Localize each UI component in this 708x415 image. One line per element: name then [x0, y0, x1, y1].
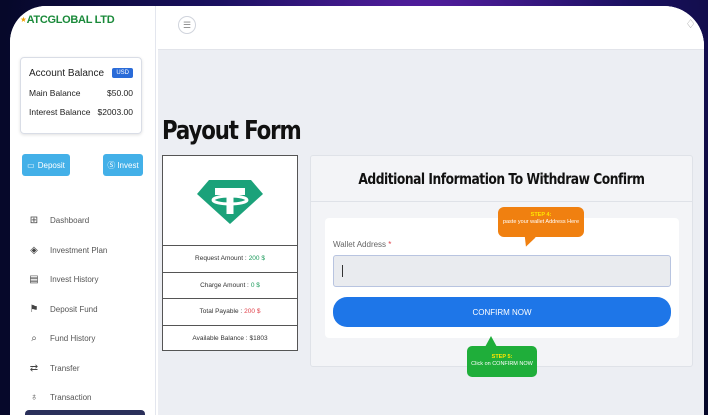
sidebar-item-deposit-fund[interactable]: ⚑ Deposit Fund	[28, 295, 148, 325]
available-balance-row: Available Balance : $1803	[163, 326, 297, 353]
total-payable-label: Total Payable :	[199, 308, 243, 316]
wallet-icon: ▭	[27, 160, 35, 170]
step4-callout: STEP 4: paste your wallet Address Here	[498, 207, 584, 237]
interest-balance-row: Interest Balance $2003.00	[29, 107, 133, 117]
confirm-now-button[interactable]: CONFIRM NOW	[333, 297, 671, 327]
charge-amount-value: 0 $	[250, 281, 260, 289]
logo-icon: ⋆	[20, 14, 27, 26]
request-amount-row: Request Amount : 200 $	[163, 246, 297, 273]
main-balance-label: Main Balance	[29, 88, 81, 98]
layers-icon: ◈	[30, 244, 38, 256]
wallet-address-input[interactable]	[333, 255, 671, 287]
wallet-address-label-text: Wallet Address	[333, 240, 387, 249]
transaction-icon: ♁	[30, 392, 38, 404]
account-balance-card: Account Balance USD Main Balance $50.00 …	[20, 57, 142, 134]
tether-icon	[197, 179, 263, 224]
dollar-icon: Ⓢ	[107, 160, 116, 170]
sidebar-item-investment-plan[interactable]: ◈ Investment Plan	[28, 236, 148, 266]
sidebar-item-active[interactable]	[25, 410, 145, 415]
total-payable-value: 200 $	[244, 308, 261, 316]
sidebar-item-invest-history[interactable]: ▤ Invest History	[28, 265, 148, 295]
available-balance-label: Available Balance :	[192, 335, 248, 343]
main-content: ☰ ♢ Payout Form Request Amount : 200 $ C…	[158, 6, 704, 415]
total-payable-row: Total Payable : 200 $	[163, 299, 297, 326]
payout-summary-card: Request Amount : 200 $ Charge Amount : 0…	[162, 155, 298, 351]
dashboard-icon: ⊞	[29, 215, 39, 227]
currency-badge: USD	[112, 68, 133, 78]
deposit-icon: ⚑	[29, 303, 39, 315]
sidebar-item-label: Transaction	[50, 393, 92, 403]
sidebar-item-label: Fund History	[50, 334, 96, 344]
available-balance-value: $1803	[249, 335, 268, 343]
menu-toggle-button[interactable]: ☰	[178, 16, 196, 34]
logo[interactable]: ⋆ATCGLOBAL LTD	[20, 13, 115, 26]
main-balance-value: $50.00	[107, 88, 133, 98]
interest-balance-value: $2003.00	[97, 107, 133, 117]
sidebar-item-label: Investment Plan	[50, 245, 108, 255]
sidebar-item-label: Deposit Fund	[50, 304, 98, 314]
charge-amount-label: Charge Amount :	[200, 281, 249, 289]
sidebar-item-fund-history[interactable]: ⌕ Fund History	[28, 324, 148, 354]
required-marker: *	[388, 240, 392, 249]
charge-amount-row: Charge Amount : 0 $	[163, 273, 297, 299]
sidebar: ⋆ATCGLOBAL LTD Account Balance USD Main …	[10, 6, 156, 415]
tether-logo-area	[163, 156, 297, 246]
interest-balance-label: Interest Balance	[29, 107, 91, 117]
invest-button[interactable]: Ⓢ Invest	[103, 154, 143, 176]
withdraw-confirm-card: Additional Information To Withdraw Confi…	[310, 155, 693, 367]
sidebar-item-dashboard[interactable]: ⊞ Dashboard	[28, 206, 148, 236]
page-title: Payout Form	[162, 116, 302, 146]
app-window: ⋆ATCGLOBAL LTD Account Balance USD Main …	[10, 6, 704, 415]
step5-text: Click on CONFIRM NOW	[471, 361, 533, 367]
text-caret	[342, 265, 343, 277]
sidebar-item-transaction[interactable]: ♁ Transaction	[28, 383, 148, 413]
sidebar-item-label: Transfer	[50, 363, 80, 373]
step5-title: STEP 5:	[491, 354, 513, 360]
step4-title: STEP 4:	[530, 212, 552, 218]
request-amount-label: Request Amount :	[195, 255, 247, 263]
logo-text: ATCGLOBAL LTD	[26, 14, 115, 26]
request-amount-value: 200 $	[248, 255, 265, 263]
sidebar-item-label: Invest History	[50, 275, 99, 285]
deposit-button[interactable]: ▭ Deposit	[22, 154, 70, 176]
sidebar-nav: ⊞ Dashboard ◈ Investment Plan ▤ Invest H…	[28, 206, 148, 413]
sidebar-item-label: Dashboard	[50, 216, 90, 226]
sidebar-item-transfer[interactable]: ⇄ Transfer	[28, 354, 148, 384]
wallet-address-label: Wallet Address *	[333, 240, 391, 249]
step5-callout: STEP 5: Click on CONFIRM NOW	[467, 336, 537, 377]
invest-button-label: Invest	[117, 160, 139, 170]
deposit-button-label: Deposit	[37, 160, 65, 170]
notification-bell-icon[interactable]: ♢	[685, 17, 696, 31]
document-icon: ▤	[29, 274, 39, 286]
withdraw-confirm-header: Additional Information To Withdraw Confi…	[311, 156, 692, 202]
search-icon: ⌕	[31, 333, 37, 345]
step4-text: paste your wallet Address Here	[502, 219, 580, 225]
main-balance-row: Main Balance $50.00	[29, 88, 133, 98]
top-bar: ☰ ♢	[158, 6, 704, 50]
withdraw-confirm-title: Additional Information To Withdraw Confi…	[358, 169, 645, 188]
transfer-icon: ⇄	[29, 362, 39, 374]
hamburger-icon: ☰	[182, 19, 192, 30]
